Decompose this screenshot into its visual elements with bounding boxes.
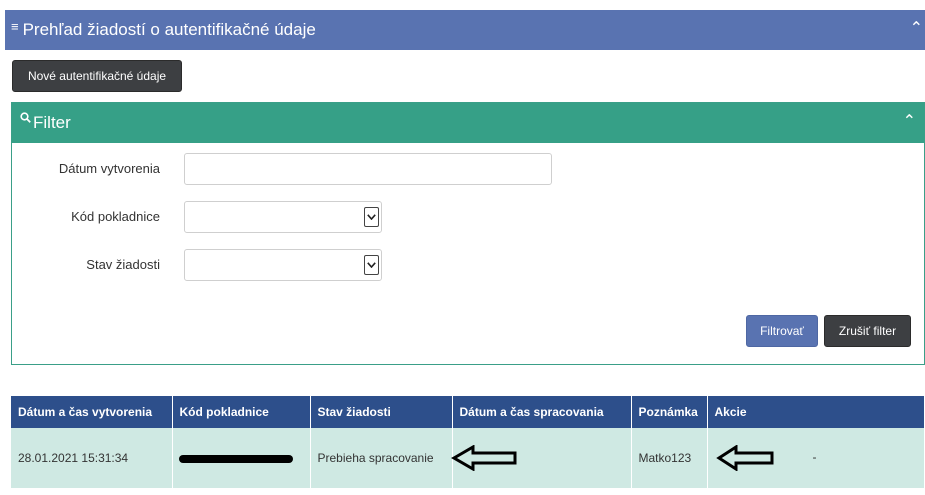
cell-status: Prebieha spracovanie <box>317 451 434 465</box>
cashier-code-label: Kód pokladnice <box>71 209 160 224</box>
created-date-label: Dátum vytvorenia <box>58 161 160 176</box>
column-header-created[interactable]: Dátum a čas vytvorenia <box>11 396 173 428</box>
form-row-status: Stav žiadosti <box>12 249 912 281</box>
page-header: ≡ Prehľad žiadostí o autentifikačné údaj… <box>5 10 925 50</box>
chevron-down-icon[interactable] <box>364 255 379 275</box>
filter-header[interactable]: Filter ⌃ <box>12 103 924 143</box>
column-header-note[interactable]: Poznámka <box>631 396 708 428</box>
column-header-actions: Akcie <box>707 396 925 428</box>
request-status-select[interactable] <box>184 249 382 281</box>
form-row-code: Kód pokladnice <box>12 201 912 233</box>
page-title: Prehľad žiadostí o autentifikačné údaje <box>22 20 316 39</box>
chevron-up-icon[interactable]: ⌃ <box>910 18 923 38</box>
cell-note: Matko123 <box>631 428 708 488</box>
cell-status-wrap: Prebieha spracovanie <box>310 428 453 488</box>
filter-title: Filter <box>33 113 71 132</box>
reset-filter-button[interactable]: Zrušiť filter <box>824 315 911 347</box>
table-row[interactable]: 28.01.2021 15:31:34 Prebieha spracovanie… <box>11 428 925 488</box>
created-date-input[interactable] <box>184 153 552 185</box>
column-header-processed[interactable]: Dátum a čas spracovania <box>452 396 632 428</box>
arrow-left-icon <box>450 444 519 474</box>
cell-actions-wrap: - <box>707 428 925 488</box>
cell-created: 28.01.2021 15:31:34 <box>11 428 173 488</box>
apply-filter-button[interactable]: Filtrovať <box>746 315 818 347</box>
table-header-row: Dátum a čas vytvorenia Kód pokladnice St… <box>11 396 925 428</box>
filter-panel: Filter ⌃ Dátum vytvorenia Kód pokladnice… <box>11 102 925 365</box>
redaction-mark <box>178 455 293 463</box>
chevron-down-icon[interactable] <box>364 207 379 227</box>
results-table: Dátum a čas vytvorenia Kód pokladnice St… <box>11 396 925 488</box>
menu-icon: ≡ <box>11 18 19 34</box>
request-status-label: Stav žiadosti <box>86 257 160 272</box>
cell-code <box>172 428 311 488</box>
column-header-code[interactable]: Kód pokladnice <box>172 396 311 428</box>
cashier-code-select[interactable] <box>184 201 382 233</box>
new-credentials-button[interactable]: Nové autentifikačné údaje <box>12 60 182 92</box>
cell-actions: - <box>812 450 817 464</box>
cell-processed <box>450 428 632 488</box>
arrow-left-icon <box>715 444 776 474</box>
chevron-up-icon[interactable]: ⌃ <box>903 111 916 131</box>
column-header-status[interactable]: Stav žiadosti <box>310 396 453 428</box>
form-row-created: Dátum vytvorenia <box>12 153 912 185</box>
search-icon <box>20 112 31 126</box>
